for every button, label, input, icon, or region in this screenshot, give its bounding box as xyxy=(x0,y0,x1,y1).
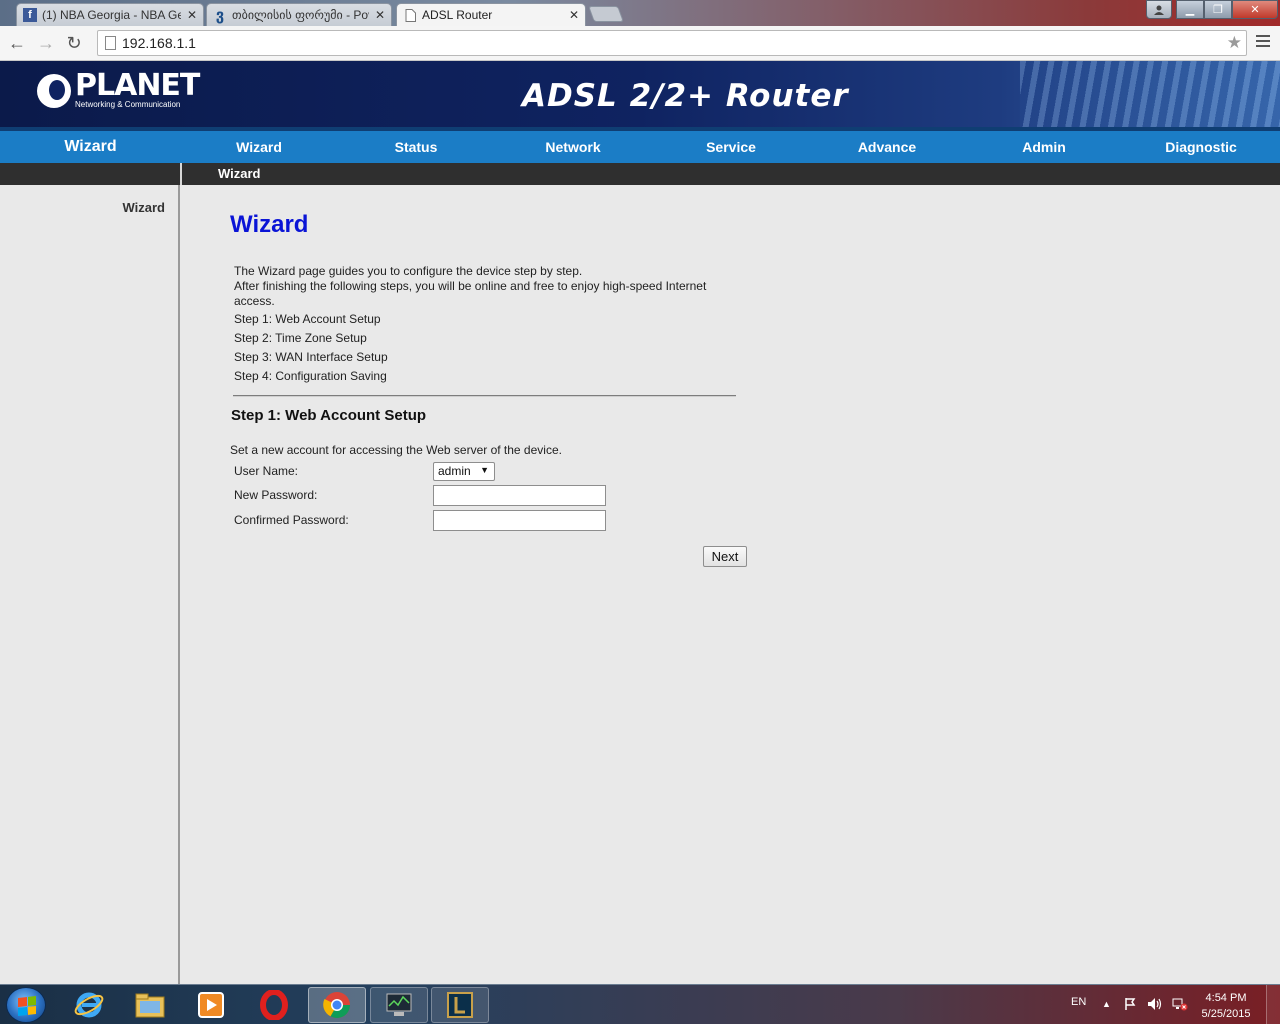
browser-tab[interactable]: f (1) NBA Georgia - NBA Ge ✕ xyxy=(16,3,204,26)
close-tab-icon[interactable]: ✕ xyxy=(375,8,385,22)
step-item: Step 3: WAN Interface Setup xyxy=(234,350,388,364)
user-name-label: User Name: xyxy=(234,464,299,478)
current-section-label: Wizard xyxy=(64,138,117,155)
close-tab-icon[interactable]: ✕ xyxy=(187,8,197,22)
dropdown-arrow-icon: ▼ xyxy=(480,465,489,475)
user-name-select[interactable]: admin ▼ xyxy=(433,462,495,481)
nav-diagnostic[interactable]: Diagnostic xyxy=(1165,131,1237,163)
page-title: Wizard xyxy=(230,211,309,238)
main-nav: Wizard Wizard Status Network Service Adv… xyxy=(0,127,1280,163)
page-icon xyxy=(105,36,116,50)
banner-building-graphic xyxy=(1020,61,1280,127)
start-button[interactable] xyxy=(6,987,46,1023)
close-window-button[interactable]: ✕ xyxy=(1232,0,1278,19)
media-player-icon[interactable] xyxy=(182,987,240,1023)
language-indicator[interactable]: EN xyxy=(1071,996,1086,1008)
confirmed-password-label: Confirmed Password: xyxy=(234,513,349,527)
next-button[interactable]: Next xyxy=(703,546,747,567)
url-text: 192.168.1.1 xyxy=(122,35,196,51)
nav-wizard[interactable]: Wizard xyxy=(236,131,282,163)
section-divider xyxy=(233,395,736,397)
browser-tab[interactable]: ვ თბილისის ფორუმი - Pov ✕ xyxy=(206,3,392,26)
step-item: Step 2: Time Zone Setup xyxy=(234,331,367,345)
logo-brand: PLANET xyxy=(75,68,200,103)
intro-line: After finishing the following steps, you… xyxy=(234,279,707,308)
nav-service[interactable]: Service xyxy=(706,131,756,163)
volume-icon[interactable] xyxy=(1147,997,1163,1014)
browser-menu-icon[interactable] xyxy=(1256,35,1270,50)
step-item: Step 4: Configuration Saving xyxy=(234,369,387,383)
page-icon xyxy=(403,8,417,22)
browser-tab-active[interactable]: ADSL Router ✕ xyxy=(396,3,586,26)
chrome-icon[interactable] xyxy=(308,987,366,1023)
header-banner: PLANET Networking & Communication ADSL 2… xyxy=(0,61,1280,127)
browser-tab-strip: f (1) NBA Georgia - NBA Ge ✕ ვ თბილისის … xyxy=(0,0,1280,26)
address-bar[interactable]: 192.168.1.1 ★ xyxy=(97,30,1247,56)
clock-date: 5/25/2015 xyxy=(1201,1008,1251,1020)
league-of-legends-icon[interactable] xyxy=(431,987,489,1023)
bookmark-star-icon[interactable]: ★ xyxy=(1227,33,1242,53)
logo-mark xyxy=(37,74,71,108)
steps-list: Step 1: Web Account Setup Step 2: Time Z… xyxy=(234,312,388,388)
user-name-value: admin xyxy=(438,464,471,478)
forward-button[interactable]: → xyxy=(35,32,57,54)
close-tab-icon[interactable]: ✕ xyxy=(569,8,579,22)
new-password-field[interactable] xyxy=(433,485,606,506)
new-tab-button[interactable] xyxy=(588,6,624,22)
reload-button[interactable]: ↻ xyxy=(63,32,85,54)
section-title: Step 1: Web Account Setup xyxy=(231,407,427,424)
user-icon[interactable] xyxy=(1146,0,1172,19)
window-controls: ▁ ❐ ✕ xyxy=(1146,0,1278,19)
internet-explorer-icon[interactable] xyxy=(60,987,118,1023)
nav-status[interactable]: Status xyxy=(395,131,438,163)
product-title: ADSL 2/2+ Router xyxy=(522,78,849,114)
intro-line: The Wizard page guides you to configure … xyxy=(234,264,583,278)
browser-toolbar: ← → ↻ 192.168.1.1 ★ xyxy=(0,26,1280,61)
subnav-wizard[interactable]: Wizard xyxy=(218,166,261,181)
show-hidden-icons[interactable]: ▲ xyxy=(1102,999,1111,1009)
minimize-button[interactable]: ▁ xyxy=(1176,0,1204,19)
file-explorer-icon[interactable] xyxy=(121,987,179,1023)
nav-advance[interactable]: Advance xyxy=(858,131,916,163)
confirmed-password-field[interactable] xyxy=(433,510,606,531)
opera-icon[interactable] xyxy=(245,987,303,1023)
subnav-divider xyxy=(180,163,182,185)
taskbar: EN ▲ 4:54 PM 5/25/2015 xyxy=(0,984,1280,1024)
nav-admin[interactable]: Admin xyxy=(1022,131,1066,163)
clock[interactable]: 4:54 PM 5/25/2015 xyxy=(1196,990,1256,1022)
sidebar: Wizard xyxy=(0,185,180,984)
show-desktop-button[interactable] xyxy=(1266,985,1280,1024)
back-button[interactable]: ← xyxy=(6,32,28,54)
tab-title: თბილისის ფორუმი - Pov xyxy=(232,8,369,22)
new-password-label: New Password: xyxy=(234,488,318,502)
windows-logo-icon xyxy=(18,996,36,1016)
planet-logo: PLANET Networking & Communication xyxy=(37,68,200,110)
sub-nav: Wizard xyxy=(0,163,1280,185)
task-manager-icon[interactable] xyxy=(370,987,428,1023)
restore-button[interactable]: ❐ xyxy=(1204,0,1232,19)
tab-title: (1) NBA Georgia - NBA Ge xyxy=(42,8,181,22)
action-center-flag-icon[interactable] xyxy=(1123,997,1137,1014)
nav-network[interactable]: Network xyxy=(545,131,600,163)
facebook-icon: f xyxy=(23,8,37,22)
main-content: Wizard The Wizard page guides you to con… xyxy=(182,185,1280,984)
clock-time: 4:54 PM xyxy=(1205,992,1247,1004)
step-item: Step 1: Web Account Setup xyxy=(234,312,381,326)
sidebar-item-wizard[interactable]: Wizard xyxy=(123,200,166,215)
network-disconnected-icon[interactable] xyxy=(1172,997,1188,1014)
section-description: Set a new account for accessing the Web … xyxy=(230,443,562,457)
tab-title: ADSL Router xyxy=(422,8,493,22)
forum-icon: ვ xyxy=(215,7,225,24)
intro-text: The Wizard page guides you to configure … xyxy=(234,264,734,309)
